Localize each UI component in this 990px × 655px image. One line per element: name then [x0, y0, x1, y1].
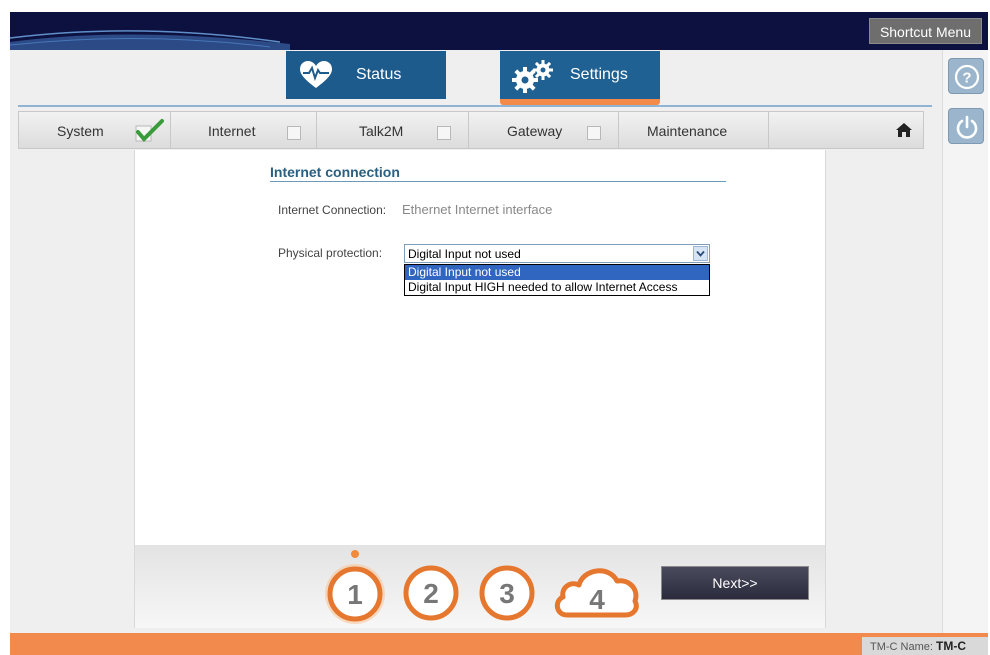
subnav-gateway[interactable]: Gateway	[469, 112, 619, 148]
wizard-step-3-label: 3	[499, 578, 515, 609]
help-button[interactable]: ?	[948, 58, 984, 94]
wizard-step-4-cloud-icon[interactable]: 4	[551, 557, 641, 623]
tab-settings[interactable]: Settings	[500, 51, 660, 99]
select-current-value: Digital Input not used	[408, 247, 521, 261]
tab-status-label: Status	[356, 66, 402, 83]
tab-divider	[18, 105, 932, 107]
heart-pulse-icon	[300, 61, 332, 88]
section-title: Internet connection	[270, 164, 400, 180]
device-name-box: TM-C Name: TM-C	[862, 637, 988, 655]
power-button[interactable]	[948, 108, 984, 144]
subnav-maintenance[interactable]: Maintenance	[619, 112, 769, 148]
subnav-internet-checkbox	[287, 126, 301, 140]
wizard-step-1[interactable]: 1	[319, 547, 391, 625]
chevron-down-icon[interactable]	[693, 246, 708, 261]
wizard-bar: 1 2 3 4 Next>>	[134, 545, 826, 628]
internet-connection-label: Internet Connection:	[278, 203, 387, 217]
section-underline	[270, 181, 726, 182]
subnav-gateway-checkbox	[587, 126, 601, 140]
top-banner: Shortcut Menu	[10, 12, 988, 50]
tab-status[interactable]: Status	[286, 51, 446, 99]
subnav-gateway-label: Gateway	[507, 123, 563, 139]
subnav-system-label: System	[57, 123, 104, 139]
dropdown-options: Digital Input not used Digital Input HIG…	[404, 264, 710, 296]
subnav-internet-label: Internet	[208, 123, 256, 139]
wizard-step-1-label: 1	[347, 579, 363, 610]
banner-swoosh	[10, 30, 290, 50]
next-button[interactable]: Next>>	[661, 566, 809, 600]
internet-connection-value: Ethernet Internet interface	[402, 202, 553, 217]
dropdown-option[interactable]: Digital Input HIGH needed to allow Inter…	[405, 280, 709, 295]
gears-icon	[512, 60, 553, 93]
help-icon: ?	[954, 64, 980, 90]
checkmark-icon	[135, 119, 164, 142]
device-name-label: TM-C Name:	[870, 641, 933, 653]
svg-text:?: ?	[962, 70, 971, 87]
subnav-internet[interactable]: Internet	[171, 112, 317, 148]
home-icon[interactable]	[895, 122, 913, 138]
device-name-value: TM-C	[936, 639, 967, 653]
subnav-talk2m-checkbox	[437, 126, 451, 140]
subnav-maintenance-label: Maintenance	[647, 123, 728, 139]
wizard-step-2[interactable]: 2	[401, 563, 461, 623]
subnav-system[interactable]: System	[19, 112, 171, 148]
power-icon	[956, 115, 978, 139]
tab-settings-label: Settings	[570, 66, 628, 83]
physical-protection-select[interactable]: Digital Input not used	[404, 244, 710, 263]
physical-protection-label: Physical protection:	[278, 246, 383, 260]
wizard-step-2-label: 2	[423, 578, 439, 609]
content-panel: Internet connection Internet Connection:…	[134, 150, 826, 545]
sub-navigation: System Internet Talk2M Gateway Maintenan…	[18, 111, 924, 149]
footer-bar: TM-C Name: TM-C	[10, 633, 988, 655]
right-toolbar: ?	[942, 50, 988, 633]
dropdown-option[interactable]: Digital Input not used	[405, 265, 709, 280]
wizard-step-3[interactable]: 3	[477, 563, 537, 623]
wizard-step-4-label: 4	[589, 584, 605, 615]
subnav-talk2m-label: Talk2M	[359, 123, 404, 139]
subnav-talk2m[interactable]: Talk2M	[317, 112, 469, 148]
shortcut-menu-button[interactable]: Shortcut Menu	[868, 18, 982, 44]
